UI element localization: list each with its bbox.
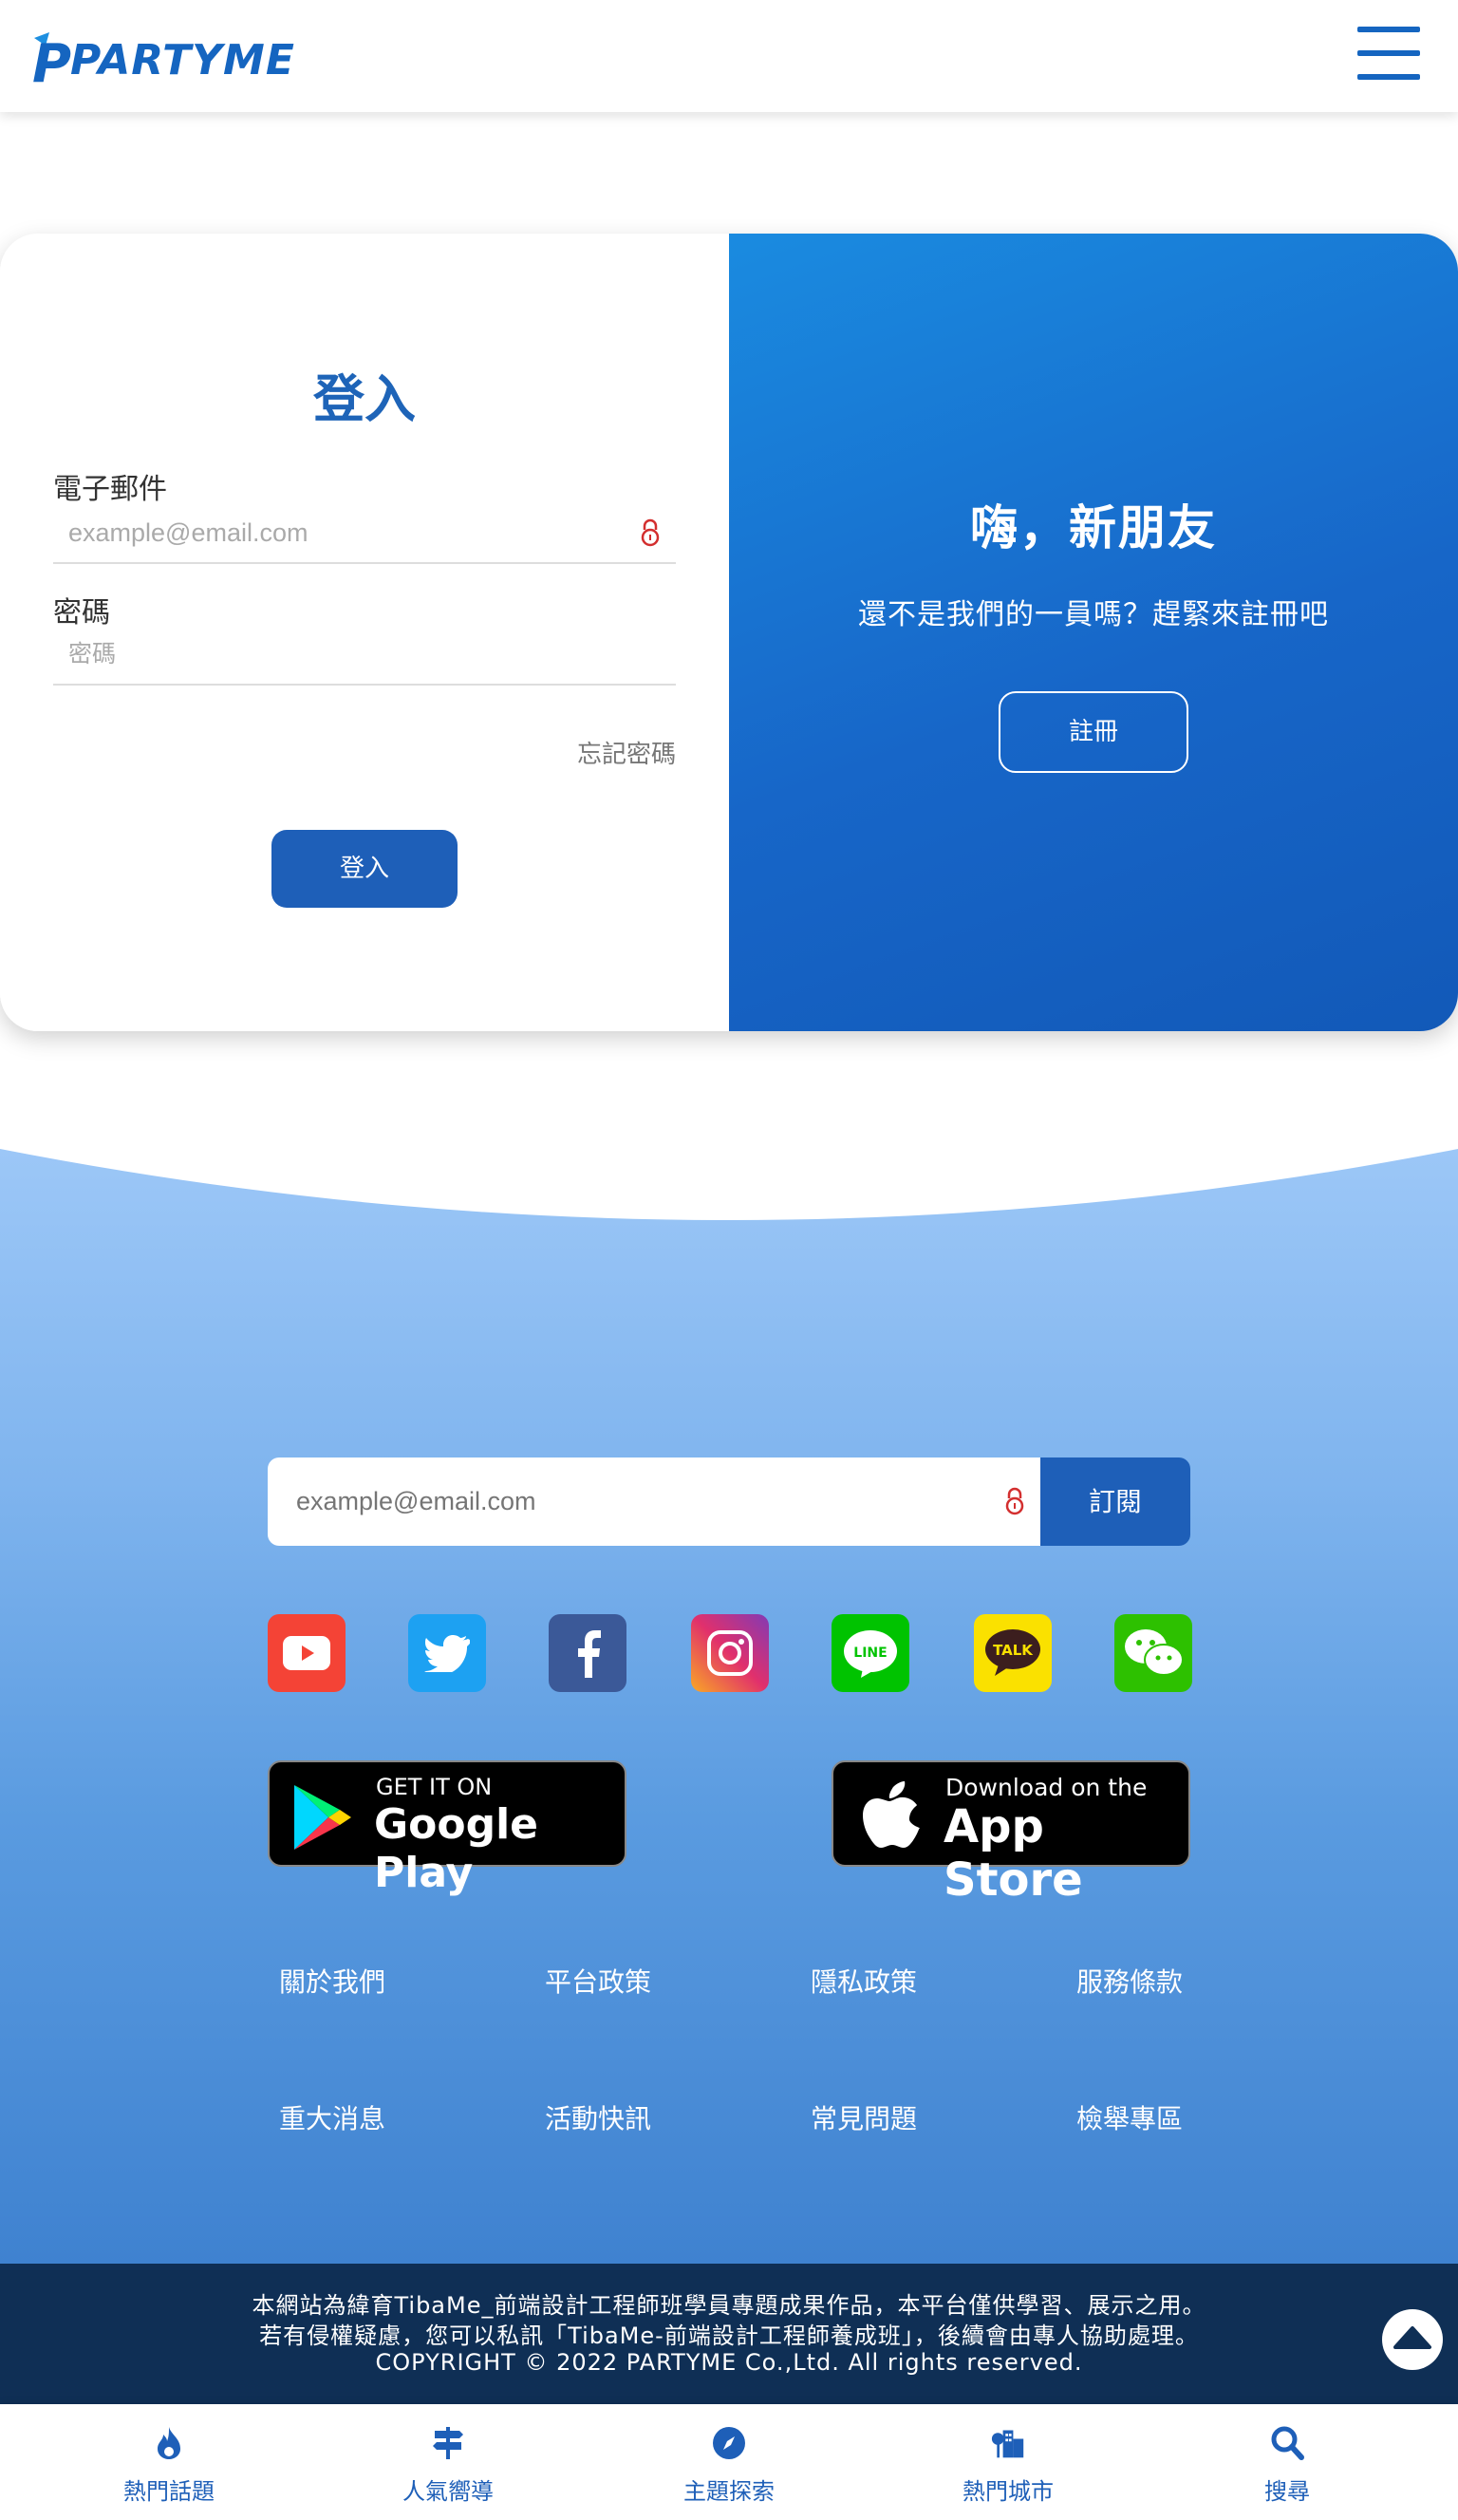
nav-label: 主題探索 bbox=[683, 2478, 775, 2505]
register-button[interactable]: 註冊 bbox=[999, 691, 1188, 773]
line-icon[interactable]: LINE bbox=[832, 1614, 909, 1692]
subscribe-email-input[interactable] bbox=[268, 1457, 1040, 1546]
nav-label: 熱門城市 bbox=[963, 2478, 1054, 2505]
copyright-line-3: COPYRIGHT © 2022 PARTYME Co.,Ltd. All ri… bbox=[375, 2349, 1083, 2376]
nav-label: 搜尋 bbox=[1264, 2478, 1310, 2505]
lock-icon bbox=[1005, 1487, 1024, 1515]
hamburger-menu-icon[interactable] bbox=[1357, 27, 1420, 80]
city-icon bbox=[991, 2430, 1024, 2458]
nav-popular-guides[interactable]: 人氣嚮導 bbox=[353, 2404, 543, 2520]
nav-hot-cities[interactable]: 熱門城市 bbox=[913, 2404, 1103, 2520]
footer-wave bbox=[0, 1120, 1458, 1220]
partyme-logo[interactable]: P PARTYME bbox=[28, 27, 294, 95]
email-field[interactable] bbox=[53, 503, 676, 564]
forgot-password-link[interactable]: 忘記密碼 bbox=[577, 735, 676, 770]
svg-text:TALK: TALK bbox=[993, 1642, 1034, 1659]
bottom-navigation: 熱門話題 人氣嚮導 主題探索 熱門城市 搜尋 bbox=[0, 2404, 1458, 2520]
footer-link-privacy[interactable]: 隱私政策 bbox=[811, 1962, 1000, 2000]
lock-icon bbox=[641, 518, 660, 547]
google-play-big-text: Google Play bbox=[374, 1800, 538, 1897]
google-play-icon bbox=[294, 1785, 351, 1850]
nav-search[interactable]: 搜尋 bbox=[1192, 2404, 1382, 2520]
app-store-small-text: Download on the bbox=[945, 1774, 1148, 1801]
fire-icon bbox=[158, 2427, 180, 2459]
nav-label: 熱門話題 bbox=[123, 2478, 215, 2505]
copyright-bar: 本網站為緯育TibaMe_前端設計工程師班學員專題成果作品，本平台僅供學習、展示… bbox=[0, 2264, 1458, 2404]
twitter-icon[interactable] bbox=[408, 1614, 486, 1692]
copyright-line-2: 若有侵權疑慮，您可以私訊「TibaMe-前端設計工程師養成班」，後續會由專人協助… bbox=[259, 2323, 1199, 2349]
email-label: 電子郵件 bbox=[53, 473, 167, 506]
copyright-line-1: 本網站為緯育TibaMe_前端設計工程師班學員專題成果作品，本平台僅供學習、展示… bbox=[252, 2292, 1206, 2319]
svg-text:LINE: LINE bbox=[853, 1646, 887, 1661]
welcome-subtitle: 還不是我們的一員嗎？趕緊來註冊吧 bbox=[858, 598, 1329, 631]
signpost-icon bbox=[433, 2427, 463, 2459]
instagram-icon[interactable] bbox=[691, 1614, 769, 1692]
chevron-up-icon bbox=[1384, 2311, 1441, 2368]
back-to-top-button[interactable] bbox=[1382, 2309, 1443, 2370]
login-button[interactable]: 登入 bbox=[271, 830, 458, 908]
kakaotalk-icon[interactable]: TALK bbox=[974, 1614, 1052, 1692]
search-icon bbox=[1271, 2426, 1304, 2460]
footer-link-terms[interactable]: 服務條款 bbox=[1076, 1962, 1266, 2000]
nav-hot-topics[interactable]: 熱門話題 bbox=[74, 2404, 264, 2520]
login-panel: 登入 電子郵件 密碼 忘記密碼 登入 bbox=[0, 234, 729, 1031]
login-title: 登入 bbox=[313, 369, 416, 429]
auth-card: 登入 電子郵件 密碼 忘記密碼 登入 嗨，新朋友 還不是我們的一員嗎？趕緊來註冊… bbox=[0, 234, 1458, 1031]
wechat-icon[interactable] bbox=[1114, 1614, 1192, 1692]
nav-label: 人氣嚮導 bbox=[402, 2478, 494, 2505]
youtube-icon[interactable] bbox=[268, 1614, 346, 1692]
apple-icon bbox=[863, 1781, 920, 1848]
footer bbox=[0, 1149, 1458, 2264]
svg-text:P: P bbox=[32, 33, 71, 93]
nav-theme-explore[interactable]: 主題探索 bbox=[634, 2404, 824, 2520]
footer-link-news[interactable]: 重大消息 bbox=[279, 2098, 469, 2136]
compass-icon bbox=[713, 2427, 745, 2459]
welcome-title: 嗨，新朋友 bbox=[970, 500, 1217, 555]
footer-link-events[interactable]: 活動快訊 bbox=[545, 2098, 735, 2136]
facebook-icon[interactable] bbox=[549, 1614, 626, 1692]
footer-link-about[interactable]: 關於我們 bbox=[279, 1962, 469, 2000]
footer-link-report[interactable]: 檢舉專區 bbox=[1076, 2098, 1266, 2136]
app-store-big-text: App Store bbox=[944, 1800, 1083, 1907]
google-play-small-text: GET IT ON bbox=[376, 1774, 493, 1800]
logo-text: PARTYME bbox=[70, 36, 295, 85]
password-field[interactable] bbox=[53, 625, 676, 686]
footer-link-faq[interactable]: 常見問題 bbox=[811, 2098, 1000, 2136]
site-header: P PARTYME bbox=[0, 0, 1458, 112]
google-play-badge[interactable]: GET IT ON Google Play bbox=[268, 1760, 626, 1897]
app-store-badge[interactable]: Download on the App Store bbox=[832, 1760, 1190, 1907]
subscribe-button[interactable]: 訂閱 bbox=[1040, 1457, 1190, 1546]
footer-link-platform-policy[interactable]: 平台政策 bbox=[545, 1962, 735, 2000]
register-panel: 嗨，新朋友 還不是我們的一員嗎？趕緊來註冊吧 註冊 bbox=[729, 234, 1458, 1031]
